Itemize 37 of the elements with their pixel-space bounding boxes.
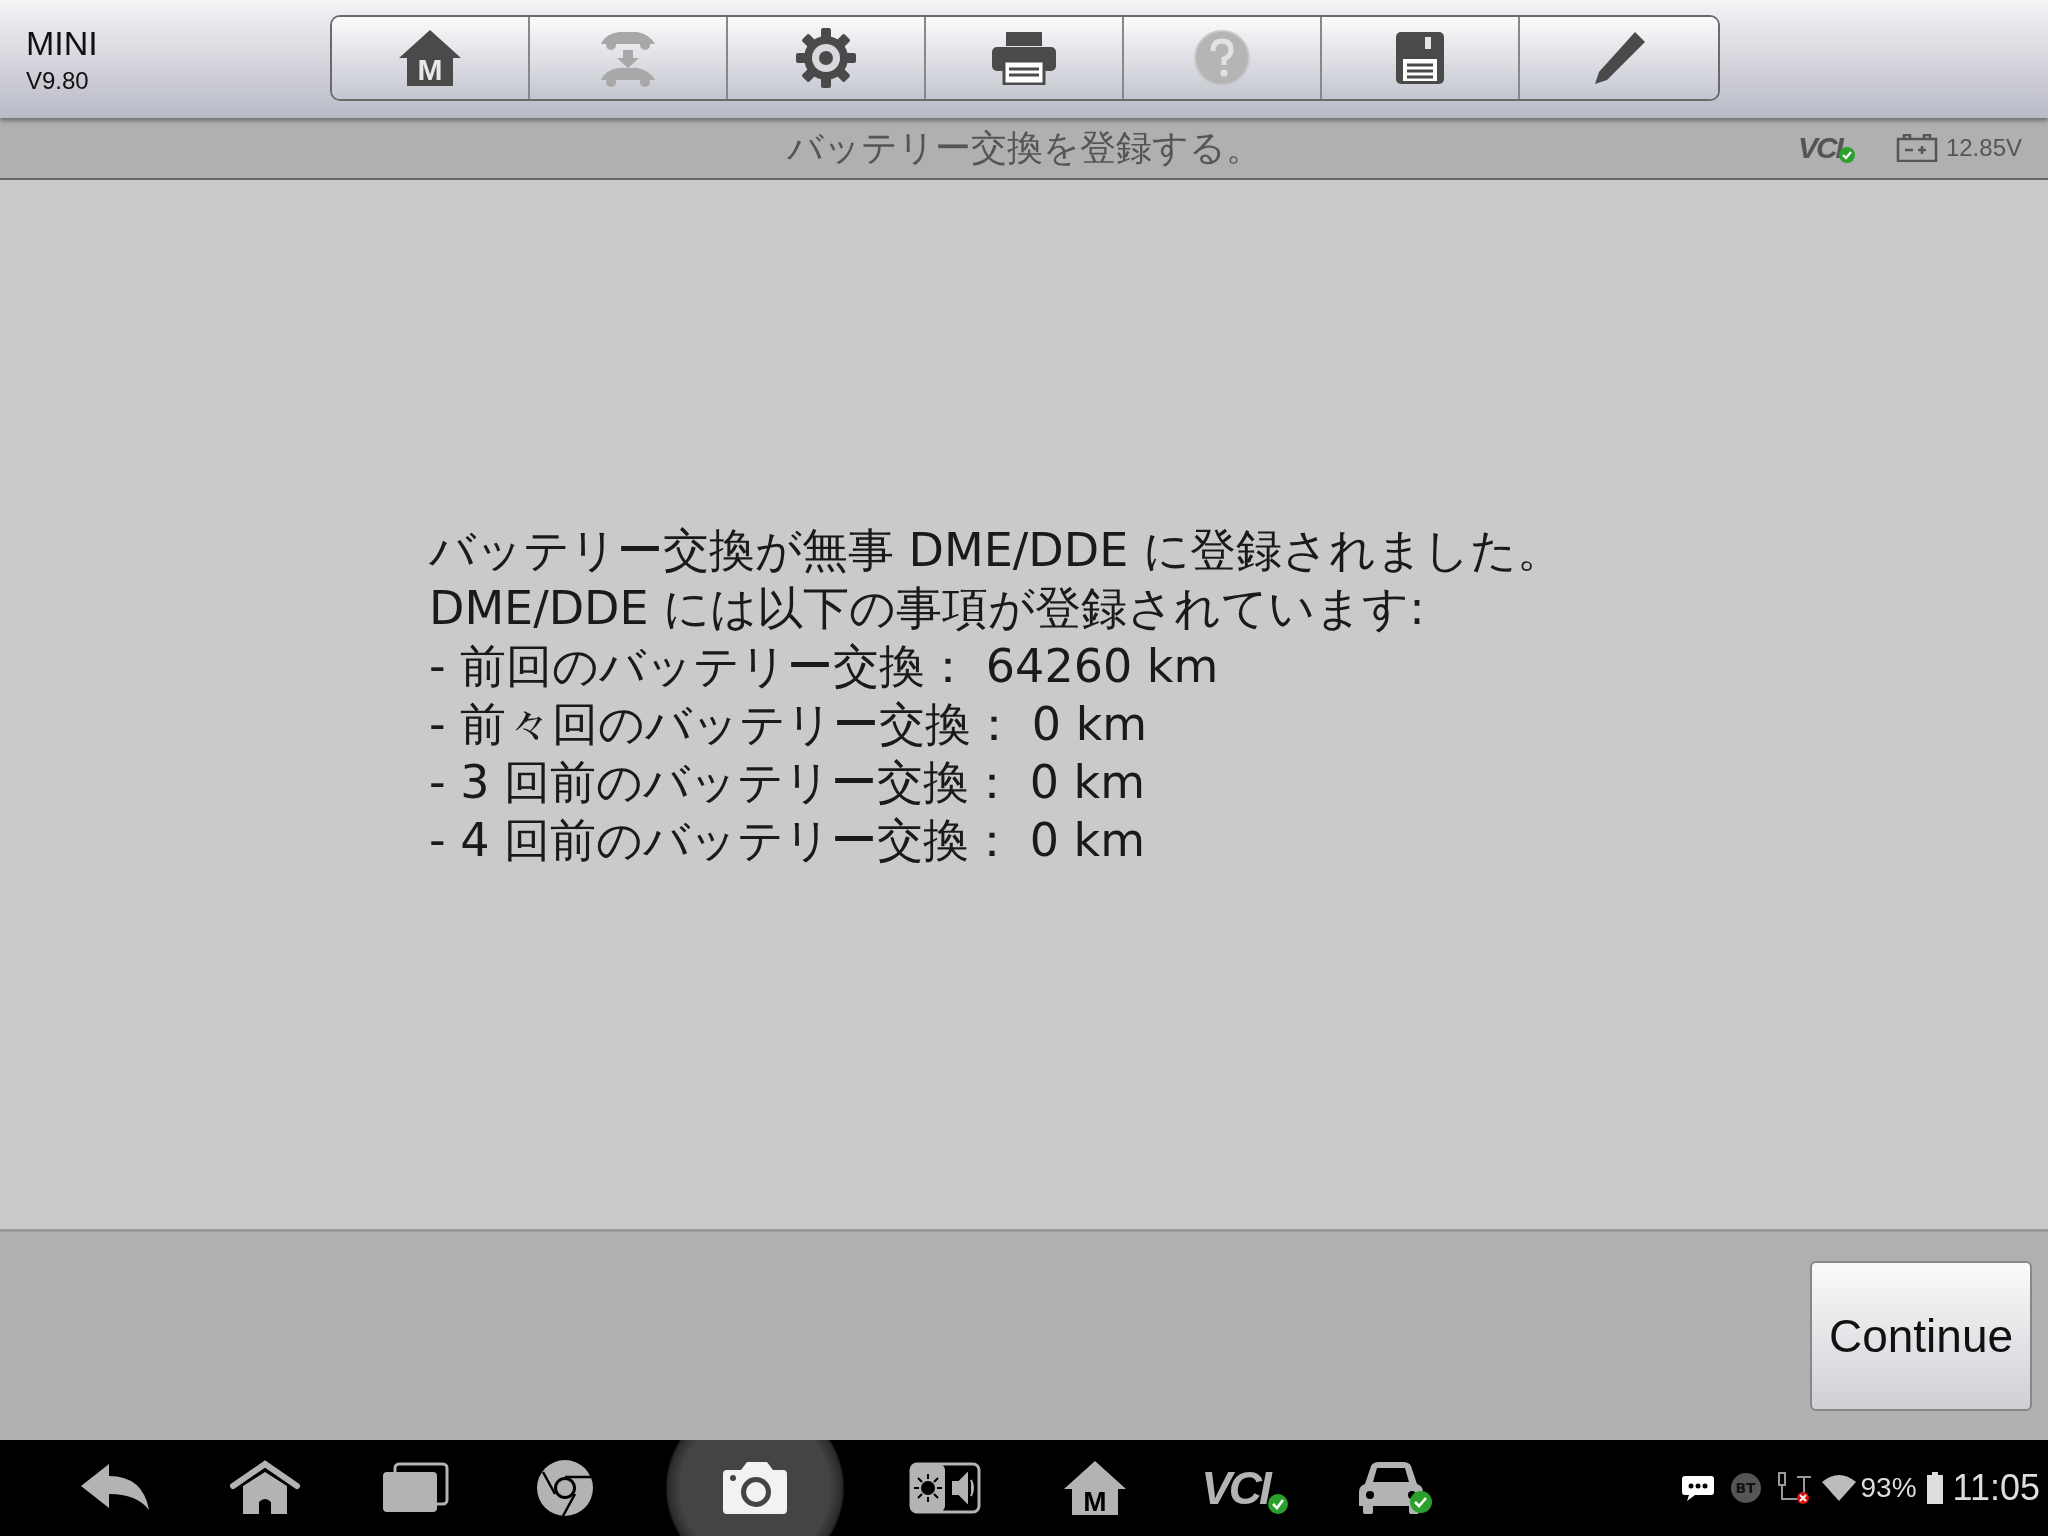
browser-icon[interactable] — [535, 1458, 595, 1518]
camera-icon[interactable] — [721, 1460, 789, 1516]
home-icon[interactable] — [229, 1460, 301, 1516]
bluetooth-indicator: BT — [1730, 1473, 1761, 1503]
message-text: - 前々回のバッテリー交換： 0 km — [429, 695, 1149, 753]
home-icon[interactable]: M — [1062, 1459, 1128, 1517]
printer-icon — [990, 31, 1058, 85]
battery-percentage: 93% — [1860, 1472, 1917, 1504]
app-title: MINI — [26, 23, 99, 63]
page-title: バッテリー交換を登録する。 — [786, 125, 1262, 170]
save-button[interactable] — [1322, 17, 1520, 99]
vci-button[interactable]: VCI — [1201, 1461, 1289, 1515]
recents-icon[interactable] — [381, 1462, 449, 1514]
message-text: - 前回のバッテリー交換： 64260 km — [429, 637, 1220, 695]
vci-label: VCI — [1797, 131, 1842, 165]
printer-button[interactable] — [926, 17, 1124, 99]
chat-icon — [1680, 1474, 1715, 1502]
app-version: V9.80 — [26, 66, 90, 95]
home-button[interactable]: M — [332, 17, 530, 99]
network-error-icon — [1776, 1471, 1811, 1505]
gear-button[interactable] — [728, 17, 926, 99]
save-icon — [1395, 31, 1445, 85]
voltage-reading: 12.85V — [1945, 134, 2022, 162]
home-icon: M — [397, 28, 463, 88]
brightness-volume-icon[interactable] — [909, 1462, 981, 1514]
battery-icon — [1895, 134, 1938, 162]
message-text: DME/DDE には以下の事項が登録されています: — [429, 579, 1426, 637]
pencil-button[interactable] — [1520, 17, 1718, 99]
help-icon — [1193, 29, 1251, 87]
continue-button[interactable]: Continue — [1810, 1261, 2032, 1411]
clock: 11:05 — [1952, 1467, 2040, 1509]
message-text: - 3 回前のバッテリー交換： 0 km — [429, 753, 1147, 811]
message-text: バッテリー交換が無事 DME/DDE に登録されました。 — [429, 521, 1564, 579]
message-text: - 4 回前のバッテリー交換： 0 km — [429, 811, 1147, 869]
wifi-icon — [1820, 1474, 1857, 1502]
battery-icon — [1926, 1472, 1943, 1504]
settings-icon — [795, 27, 857, 89]
